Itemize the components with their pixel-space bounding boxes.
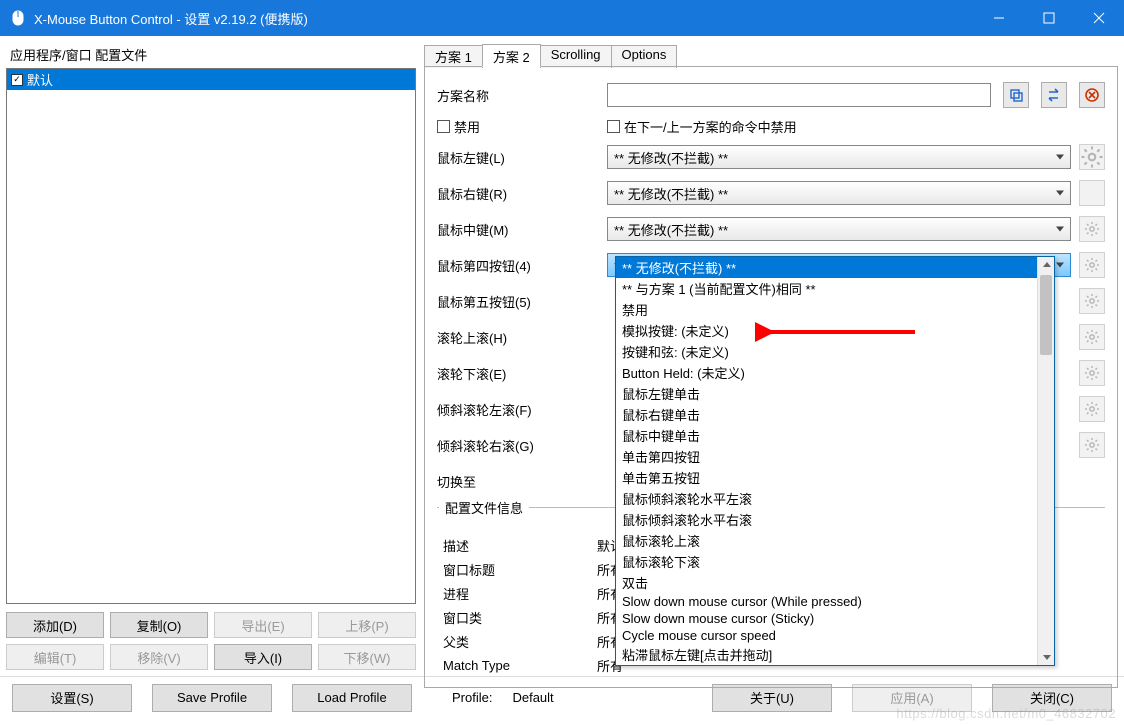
disable-next-checkbox[interactable]: 在下一/上一方案的命令中禁用 — [607, 117, 797, 136]
delete-layer-icon[interactable] — [1079, 82, 1105, 108]
dropdown-scrollbar[interactable] — [1037, 257, 1054, 665]
right-button-label: 鼠标右键(R) — [437, 184, 597, 203]
profile-list[interactable]: ✓ 默认 — [6, 68, 416, 604]
dropdown-option[interactable]: Slow down mouse cursor (Sticky) — [616, 610, 1054, 627]
gear-icon[interactable] — [1079, 180, 1105, 206]
window-title: X-Mouse Button Control - 设置 v2.19.2 (便携版… — [34, 9, 974, 28]
save-profile-button[interactable]: Save Profile — [152, 684, 272, 712]
profile-item-default[interactable]: ✓ 默认 — [7, 69, 415, 90]
button4-dropdown-list[interactable]: ** 无修改(不拦截) **** 与方案 1 (当前配置文件)相同 **禁用模拟… — [615, 256, 1055, 666]
settings-button[interactable]: 设置(S) — [12, 684, 132, 712]
dropdown-option[interactable]: 鼠标中键单击 — [616, 425, 1054, 446]
copy-button[interactable]: 复制(O) — [110, 612, 208, 638]
tab-scrolling[interactable]: Scrolling — [540, 45, 612, 68]
edit-button[interactable]: 编辑(T) — [6, 644, 104, 670]
minimize-button[interactable] — [974, 0, 1024, 36]
profile-value: Default — [512, 690, 553, 705]
tiltright-label: 倾斜滚轮右滚(G) — [437, 436, 597, 455]
dropdown-option[interactable]: 鼠标倾斜滚轮水平左滚 — [616, 488, 1054, 509]
profile-pane-header: 应用程序/窗口 配置文件 — [6, 43, 416, 68]
tiltleft-label: 倾斜滚轮左滚(F) — [437, 400, 597, 419]
dropdown-option[interactable]: 鼠标倾斜滚轮水平右滚 — [616, 509, 1054, 530]
info-title-label: 窗口标题 — [437, 560, 597, 579]
tab-options[interactable]: Options — [611, 45, 678, 68]
dropdown-option[interactable]: 鼠标滚轮下滚 — [616, 551, 1054, 572]
copy-layer-icon[interactable] — [1003, 82, 1029, 108]
export-button[interactable]: 导出(E) — [214, 612, 312, 638]
gear-icon[interactable] — [1079, 360, 1105, 386]
switchto-label: 切换至 — [437, 472, 597, 491]
info-class-label: 窗口类 — [437, 608, 597, 627]
dropdown-option[interactable]: 粘滞鼠标左键[点击并拖动] — [616, 644, 1054, 665]
middle-button-combo[interactable]: ** 无修改(不拦截) ** — [607, 217, 1071, 241]
section-header: 配置文件信息 — [439, 501, 529, 516]
dropdown-option[interactable]: ** 无修改(不拦截) ** — [616, 257, 1054, 278]
profile-checkbox[interactable]: ✓ — [11, 74, 23, 86]
moveup-button[interactable]: 上移(P) — [318, 612, 416, 638]
button4-label: 鼠标第四按钮(4) — [437, 256, 597, 275]
close-button[interactable] — [1074, 0, 1124, 36]
gear-icon[interactable] — [1079, 252, 1105, 278]
button5-label: 鼠标第五按钮(5) — [437, 292, 597, 311]
left-button-combo[interactable]: ** 无修改(不拦截) ** — [607, 145, 1071, 169]
info-proc-label: 进程 — [437, 584, 597, 603]
swap-layer-icon[interactable] — [1041, 82, 1067, 108]
maximize-button[interactable] — [1024, 0, 1074, 36]
dropdown-option[interactable]: 鼠标右键单击 — [616, 404, 1054, 425]
profile-pane: 应用程序/窗口 配置文件 ✓ 默认 添加(D) 复制(O) 导出(E) 上移(P… — [6, 43, 416, 670]
info-desc-label: 描述 — [437, 536, 597, 555]
wheeldown-label: 滚轮下滚(E) — [437, 364, 597, 383]
middle-button-label: 鼠标中键(M) — [437, 220, 597, 239]
dropdown-option[interactable]: 禁用 — [616, 299, 1054, 320]
tab-layer1[interactable]: 方案 1 — [424, 45, 483, 68]
dropdown-option[interactable]: 单击第四按钮 — [616, 446, 1054, 467]
import-button[interactable]: 导入(I) — [214, 644, 312, 670]
dropdown-option[interactable]: 鼠标左键单击 — [616, 383, 1054, 404]
tab-layer2[interactable]: 方案 2 — [482, 44, 541, 67]
app-icon — [10, 10, 26, 26]
load-profile-button[interactable]: Load Profile — [292, 684, 412, 712]
wheelup-label: 滚轮上滚(H) — [437, 328, 597, 347]
dropdown-option[interactable]: 双击 — [616, 572, 1054, 593]
dropdown-option[interactable]: 单击第五按钮 — [616, 467, 1054, 488]
dropdown-option[interactable]: Cycle mouse cursor speed — [616, 627, 1054, 644]
left-button-label: 鼠标左键(L) — [437, 148, 597, 167]
tabs: 方案 1 方案 2 Scrolling Options — [424, 43, 1118, 66]
name-label: 方案名称 — [437, 86, 597, 105]
disable-checkbox[interactable]: 禁用 — [437, 117, 480, 136]
gear-icon[interactable] — [1079, 324, 1105, 350]
profile-item-label: 默认 — [27, 70, 53, 89]
gear-icon[interactable] — [1079, 288, 1105, 314]
movedown-button[interactable]: 下移(W) — [318, 644, 416, 670]
add-button[interactable]: 添加(D) — [6, 612, 104, 638]
dropdown-option[interactable]: ** 与方案 1 (当前配置文件)相同 ** — [616, 278, 1054, 299]
gear-icon[interactable] — [1079, 396, 1105, 422]
titlebar: X-Mouse Button Control - 设置 v2.19.2 (便携版… — [0, 0, 1124, 36]
dropdown-option[interactable]: 鼠标滚轮上滚 — [616, 530, 1054, 551]
right-button-combo[interactable]: ** 无修改(不拦截) ** — [607, 181, 1071, 205]
layer-name-input[interactable] — [607, 83, 991, 107]
gear-icon[interactable] — [1079, 216, 1105, 242]
info-match-label: Match Type — [437, 658, 597, 673]
gear-icon[interactable] — [1079, 144, 1105, 170]
dropdown-option[interactable]: 模拟按键: (未定义) — [616, 320, 1054, 341]
info-parent-label: 父类 — [437, 632, 597, 651]
remove-button[interactable]: 移除(V) — [110, 644, 208, 670]
gear-icon[interactable] — [1079, 432, 1105, 458]
dropdown-option[interactable]: Slow down mouse cursor (While pressed) — [616, 593, 1054, 610]
profile-label: Profile: — [452, 690, 492, 705]
dropdown-option[interactable]: Button Held: (未定义) — [616, 362, 1054, 383]
dropdown-option[interactable]: 按键和弦: (未定义) — [616, 341, 1054, 362]
